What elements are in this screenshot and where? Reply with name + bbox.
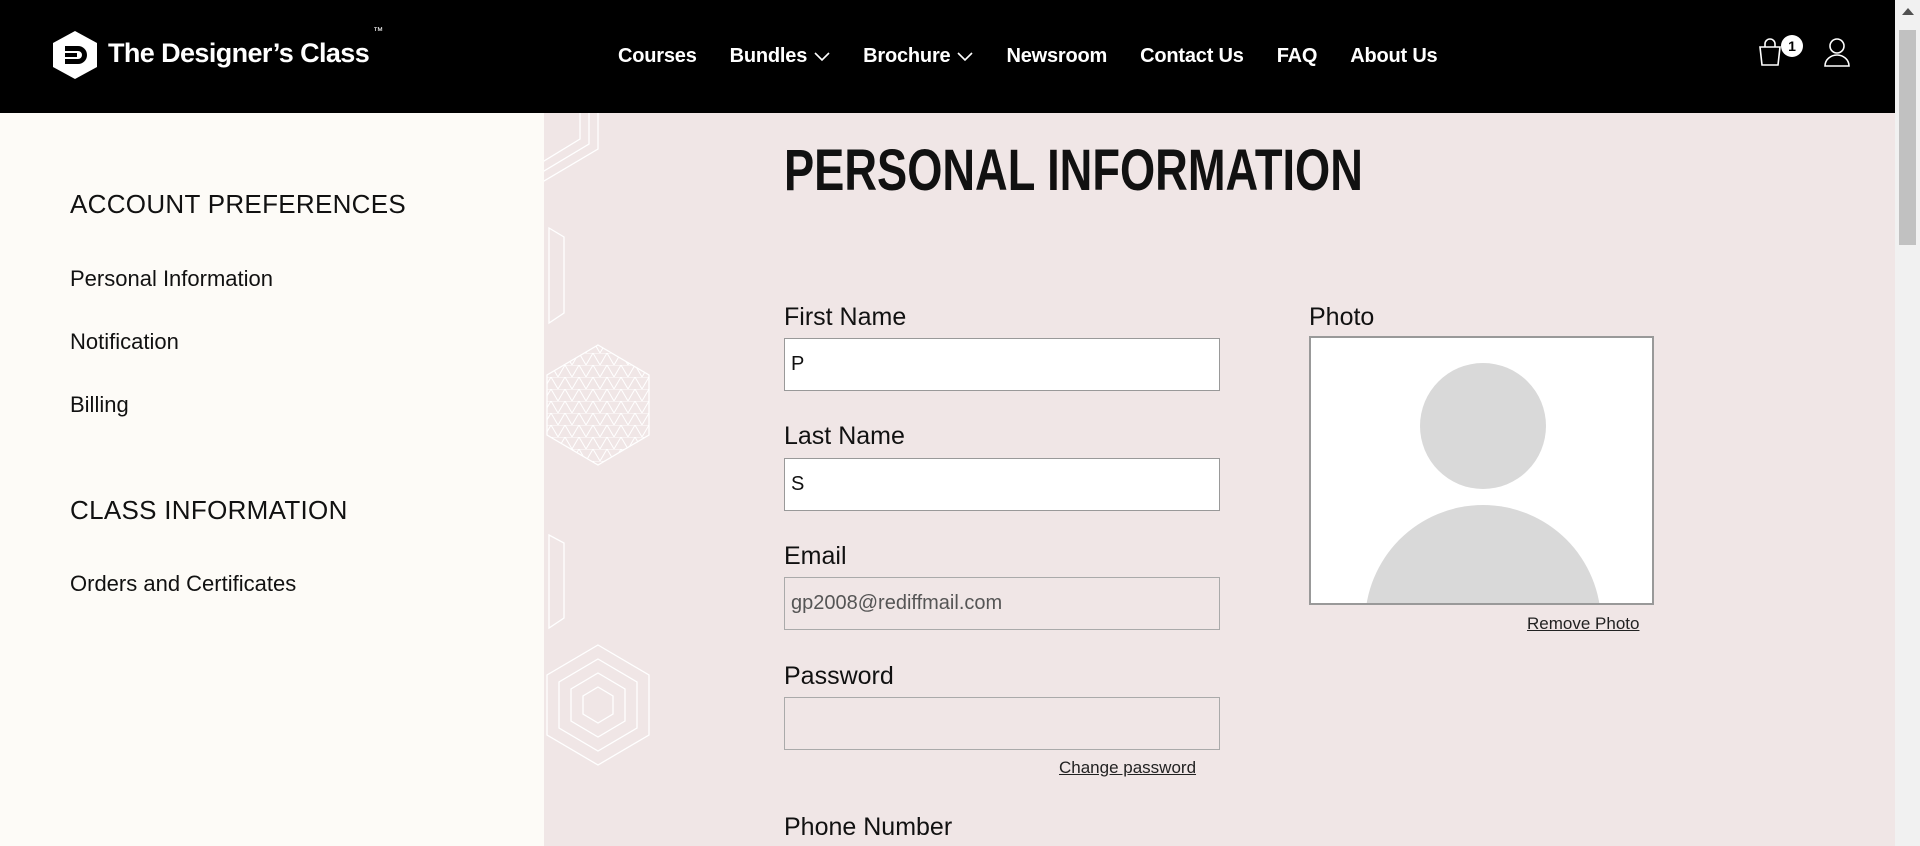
nav-label: Bundles	[729, 45, 808, 67]
sidebar-item-notification[interactable]: Notification	[70, 329, 179, 355]
nav-newsroom[interactable]: Newsroom	[1006, 45, 1107, 68]
last-name-field[interactable]: S	[784, 458, 1220, 511]
page-scrollbar[interactable]	[1895, 0, 1920, 846]
nav-label: Contact Us	[1140, 45, 1244, 67]
account-sidebar: ACCOUNT PREFERENCES Personal Information…	[0, 113, 544, 846]
password-field[interactable]	[784, 697, 1220, 750]
avatar-placeholder-icon	[1366, 363, 1600, 603]
trademark-symbol: ™	[373, 26, 384, 37]
shopping-bag-icon	[1759, 38, 1781, 66]
email-field[interactable]: gp2008@rediffmail.com	[784, 577, 1220, 630]
brand-name: The Designer’s Class	[108, 37, 370, 68]
password-label: Password	[784, 662, 894, 690]
account-preferences-heading: ACCOUNT PREFERENCES	[70, 189, 407, 219]
chevron-down-icon	[957, 51, 974, 61]
nav-label: Brochure	[863, 45, 951, 67]
nav-label: About Us	[1350, 45, 1438, 67]
nav-label: FAQ	[1276, 45, 1318, 67]
main-nav: Courses Bundles Brochure Newsroom Contac…	[618, 0, 1470, 113]
cart-button[interactable]: 1	[1757, 35, 1803, 67]
sidebar-item-billing[interactable]: Billing	[70, 392, 129, 418]
nav-label: Courses	[618, 45, 697, 67]
phone-number-label: Phone Number	[784, 813, 953, 841]
logo-mark-icon	[53, 31, 97, 79]
nav-label: Newsroom	[1006, 45, 1108, 67]
scroll-up-arrow-icon[interactable]	[1902, 8, 1914, 15]
nav-bundles[interactable]: Bundles	[730, 45, 831, 68]
personal-information-panel: PERSONAL INFORMATION First Name P Last N…	[544, 113, 1895, 846]
first-name-label: First Name	[784, 303, 907, 331]
user-icon[interactable]	[1823, 36, 1851, 68]
site-header: The Designer’s Class ™ Courses Bundles B…	[0, 0, 1895, 113]
chevron-down-icon	[814, 51, 830, 61]
profile-photo[interactable]	[1309, 336, 1654, 605]
last-name-label: Last Name	[784, 422, 905, 450]
sidebar-item-personal-information[interactable]: Personal Information	[70, 266, 273, 292]
hexagon-pattern-decoration	[544, 113, 650, 766]
change-password-link[interactable]: Change password	[1059, 758, 1196, 778]
page-title: PERSONAL INFORMATION	[784, 138, 1363, 203]
first-name-field[interactable]: P	[784, 338, 1220, 391]
nav-about-us[interactable]: About Us	[1350, 45, 1437, 68]
nav-contact-us[interactable]: Contact Us	[1140, 45, 1244, 68]
nav-brochure[interactable]: Brochure	[863, 45, 974, 68]
remove-photo-link[interactable]: Remove Photo	[1527, 614, 1639, 634]
brand-logo[interactable]: The Designer’s Class ™	[52, 26, 383, 80]
photo-label: Photo	[1309, 303, 1375, 331]
scrollbar-thumb[interactable]	[1899, 30, 1916, 245]
email-label: Email	[784, 542, 847, 570]
sidebar-item-orders-and-certificates[interactable]: Orders and Certificates	[70, 571, 296, 597]
header-actions: 1	[1757, 35, 1851, 68]
nav-courses[interactable]: Courses	[618, 45, 697, 68]
nav-faq[interactable]: FAQ	[1277, 45, 1318, 68]
cart-count-badge: 1	[1781, 35, 1803, 57]
class-information-heading: CLASS INFORMATION	[70, 495, 348, 525]
